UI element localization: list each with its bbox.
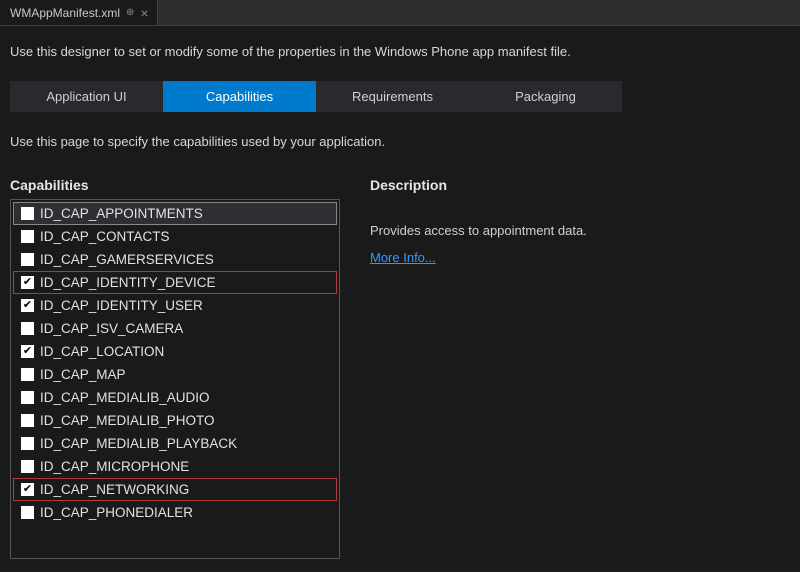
capability-label: ID_CAP_APPOINTMENTS [40, 206, 203, 221]
capability-item[interactable]: ID_CAP_MEDIALIB_AUDIO [13, 386, 337, 409]
capability-label: ID_CAP_LOCATION [40, 344, 164, 359]
capability-label: ID_CAP_IDENTITY_USER [40, 298, 203, 313]
capability-label: ID_CAP_MAP [40, 367, 126, 382]
capabilities-listbox[interactable]: ID_CAP_APPOINTMENTS ID_CAP_CONTACTS ID_CAP… [10, 199, 340, 559]
designer-content: Use this designer to set or modify some … [0, 26, 800, 569]
capability-item[interactable]: ✔ ID_CAP_IDENTITY_DEVICE [13, 271, 337, 294]
capability-checkbox[interactable] [21, 253, 34, 266]
capability-item[interactable]: ID_CAP_APPOINTMENTS [13, 202, 337, 225]
close-icon[interactable]: × [140, 6, 148, 20]
capability-label: ID_CAP_MEDIALIB_AUDIO [40, 390, 210, 405]
capability-label: ID_CAP_IDENTITY_DEVICE [40, 275, 216, 290]
capability-checkbox[interactable] [21, 391, 34, 404]
file-tab[interactable]: WMAppManifest.xml ⊕ × [0, 0, 158, 25]
more-info-link[interactable]: More Info... [370, 250, 436, 265]
capability-checkbox[interactable] [21, 414, 34, 427]
capability-checkbox[interactable] [21, 230, 34, 243]
capability-item[interactable]: ID_CAP_GAMERSERVICES [13, 248, 337, 271]
capability-checkbox[interactable] [21, 437, 34, 450]
capability-checkbox[interactable] [21, 506, 34, 519]
capabilities-heading: Capabilities [10, 177, 340, 193]
capability-label: ID_CAP_MEDIALIB_PLAYBACK [40, 436, 237, 451]
capability-checkbox[interactable] [21, 207, 34, 220]
file-tab-label: WMAppManifest.xml [10, 6, 120, 20]
capability-item[interactable]: ID_CAP_MEDIALIB_PLAYBACK [13, 432, 337, 455]
capability-checkbox[interactable]: ✔ [21, 276, 34, 289]
tab-requirements[interactable]: Requirements [316, 81, 469, 112]
capability-checkbox[interactable]: ✔ [21, 299, 34, 312]
capability-item[interactable]: ID_CAP_MEDIALIB_PHOTO [13, 409, 337, 432]
capability-item[interactable]: ID_CAP_MICROPHONE [13, 455, 337, 478]
capability-item[interactable]: ID_CAP_CONTACTS [13, 225, 337, 248]
capability-item[interactable]: ID_CAP_ISV_CAMERA [13, 317, 337, 340]
description-text: Provides access to appointment data. [370, 223, 790, 238]
capabilities-column: Capabilities ID_CAP_APPOINTMENTS ID_CAP_C… [10, 177, 340, 559]
document-tab-bar: WMAppManifest.xml ⊕ × [0, 0, 800, 26]
capability-label: ID_CAP_CONTACTS [40, 229, 170, 244]
intro-text: Use this designer to set or modify some … [10, 44, 790, 59]
capability-label: ID_CAP_MEDIALIB_PHOTO [40, 413, 215, 428]
description-column: Description Provides access to appointme… [370, 177, 790, 559]
tab-packaging[interactable]: Packaging [469, 81, 622, 112]
tab-application-ui[interactable]: Application UI [10, 81, 163, 112]
capability-label: ID_CAP_GAMERSERVICES [40, 252, 214, 267]
pin-icon[interactable]: ⊕ [126, 7, 134, 18]
capability-checkbox[interactable] [21, 368, 34, 381]
capability-item[interactable]: ID_CAP_PHONEDIALER [13, 501, 337, 524]
capability-label: ID_CAP_MICROPHONE [40, 459, 189, 474]
capability-checkbox[interactable]: ✔ [21, 345, 34, 358]
page-description: Use this page to specify the capabilitie… [10, 134, 790, 149]
capability-item[interactable]: ✔ ID_CAP_NETWORKING [13, 478, 337, 501]
nav-tabs: Application UICapabilitiesRequirementsPa… [10, 81, 622, 112]
capability-label: ID_CAP_NETWORKING [40, 482, 189, 497]
capability-label: ID_CAP_PHONEDIALER [40, 505, 193, 520]
capability-label: ID_CAP_ISV_CAMERA [40, 321, 183, 336]
description-heading: Description [370, 177, 790, 193]
capability-item[interactable]: ✔ ID_CAP_LOCATION [13, 340, 337, 363]
tab-capabilities[interactable]: Capabilities [163, 81, 316, 112]
capability-checkbox[interactable]: ✔ [21, 483, 34, 496]
capability-checkbox[interactable] [21, 322, 34, 335]
capability-item[interactable]: ID_CAP_MAP [13, 363, 337, 386]
capability-checkbox[interactable] [21, 460, 34, 473]
columns: Capabilities ID_CAP_APPOINTMENTS ID_CAP_C… [10, 177, 790, 559]
capability-item[interactable]: ✔ ID_CAP_IDENTITY_USER [13, 294, 337, 317]
